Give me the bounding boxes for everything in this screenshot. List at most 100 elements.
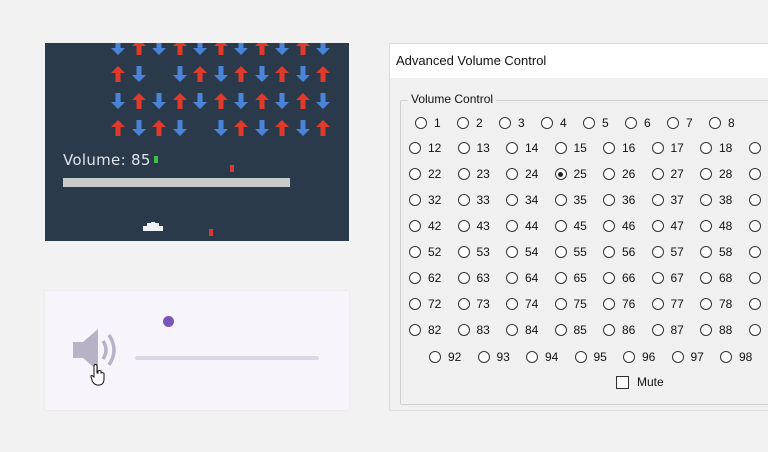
radio-label: 23 — [476, 167, 490, 181]
radio-circle[interactable] — [457, 168, 470, 180]
radio-circle[interactable] — [603, 324, 615, 336]
radio-circle[interactable] — [748, 194, 761, 206]
radio-circle[interactable] — [603, 142, 615, 154]
radio-circle[interactable] — [409, 194, 421, 206]
radio-circle[interactable] — [603, 272, 615, 284]
radio-circle[interactable] — [541, 117, 553, 129]
radio-circle[interactable] — [554, 272, 567, 284]
radio-circle[interactable] — [748, 324, 761, 336]
radio-circle[interactable] — [409, 220, 421, 232]
radio-circle[interactable] — [651, 142, 664, 154]
radio-circle[interactable] — [499, 117, 511, 129]
radio-circle[interactable] — [748, 168, 761, 180]
radio-circle[interactable] — [709, 117, 721, 129]
radio-circle[interactable] — [623, 351, 635, 363]
arrow-down-icon — [275, 43, 289, 55]
radio-circle[interactable] — [748, 246, 761, 258]
radio-circle[interactable] — [554, 298, 567, 310]
arrow-down-icon — [152, 93, 166, 109]
volume-slider-track[interactable] — [135, 356, 319, 360]
radio-circle[interactable] — [748, 298, 761, 310]
radio-circle[interactable] — [667, 117, 679, 129]
arrow-down-icon — [193, 93, 207, 109]
radio-circle[interactable] — [409, 272, 421, 284]
radio-circle[interactable] — [506, 168, 518, 180]
radio-circle[interactable] — [409, 298, 421, 310]
radio-circle[interactable] — [506, 298, 518, 310]
radio-circle[interactable] — [700, 324, 712, 336]
radio-circle[interactable] — [651, 168, 664, 180]
radio-circle[interactable] — [506, 142, 518, 154]
radio-circle[interactable] — [603, 298, 615, 310]
radio-label: 77 — [670, 297, 684, 311]
radio-circle[interactable] — [415, 117, 427, 129]
player-ship-icon[interactable] — [143, 222, 163, 231]
radio-circle[interactable] — [554, 246, 567, 258]
radio-circle[interactable] — [477, 351, 490, 363]
arrow-up-icon — [254, 43, 269, 55]
radio-circle[interactable] — [603, 168, 615, 180]
radio-circle[interactable] — [526, 351, 538, 363]
radio-circle[interactable] — [409, 168, 421, 180]
radio-circle[interactable] — [409, 324, 421, 336]
radio-circle[interactable] — [457, 117, 469, 129]
radio-circle[interactable] — [457, 194, 470, 206]
arrow-up-icon — [213, 93, 228, 109]
radio-circle[interactable] — [506, 324, 518, 336]
radio-circle[interactable] — [700, 168, 712, 180]
radio-circle[interactable] — [457, 220, 470, 232]
radio-circle[interactable] — [457, 298, 470, 310]
radio-circle[interactable] — [554, 142, 567, 154]
radio-circle[interactable] — [429, 351, 441, 363]
radio-circle[interactable] — [651, 220, 664, 232]
radio-circle[interactable] — [457, 272, 470, 284]
checkbox-box[interactable] — [616, 376, 629, 389]
radio-circle[interactable] — [700, 142, 712, 154]
radio-circle[interactable] — [700, 298, 712, 310]
radio-circle[interactable] — [651, 272, 664, 284]
radio-circle[interactable] — [409, 246, 421, 258]
radio-label: 22 — [428, 167, 442, 181]
radio-circle[interactable] — [554, 324, 567, 336]
radio-circle[interactable] — [720, 351, 732, 363]
radio-circle[interactable] — [700, 220, 712, 232]
arrow-down-icon — [172, 66, 187, 82]
radio-label: 52 — [428, 245, 442, 259]
radio-circle[interactable] — [651, 246, 664, 258]
radio-circle[interactable] — [554, 194, 567, 206]
arrow-down-icon — [295, 120, 310, 136]
radio-circle[interactable] — [457, 324, 470, 336]
radio-circle[interactable] — [651, 324, 664, 336]
radio-circle[interactable] — [651, 298, 664, 310]
radio-label: 35 — [573, 193, 587, 207]
radio-circle[interactable] — [700, 246, 712, 258]
radio-circle[interactable] — [506, 246, 518, 258]
radio-circle[interactable] — [457, 142, 470, 154]
radio-circle[interactable] — [506, 220, 518, 232]
radio-circle[interactable] — [554, 168, 567, 180]
radio-circle[interactable] — [574, 351, 587, 363]
title-bar[interactable]: Advanced Volume Control — [390, 44, 768, 78]
radio-circle[interactable] — [651, 194, 664, 206]
radio-circle[interactable] — [700, 272, 712, 284]
volume-slider-thumb[interactable] — [163, 316, 174, 327]
radio-circle[interactable] — [603, 194, 615, 206]
radio-circle[interactable] — [748, 272, 761, 284]
radio-circle[interactable] — [554, 220, 567, 232]
radio-circle[interactable] — [409, 142, 421, 154]
radio-circle[interactable] — [506, 272, 518, 284]
radio-circle[interactable] — [603, 246, 615, 258]
radio-label: 14 — [525, 141, 539, 155]
radio-circle[interactable] — [603, 220, 615, 232]
radio-circle[interactable] — [671, 351, 684, 363]
radio-circle[interactable] — [700, 194, 712, 206]
radio-circle[interactable] — [457, 246, 470, 258]
radio-circle[interactable] — [583, 117, 595, 129]
radio-circle[interactable] — [748, 142, 761, 154]
radio-label: 18 — [719, 141, 733, 155]
radio-circle[interactable] — [506, 194, 518, 206]
radio-label: 47 — [670, 219, 684, 233]
radio-circle[interactable] — [748, 220, 761, 232]
radio-circle[interactable] — [625, 117, 637, 129]
volume-game-panel[interactable]: Volume: 85 — [45, 43, 349, 241]
